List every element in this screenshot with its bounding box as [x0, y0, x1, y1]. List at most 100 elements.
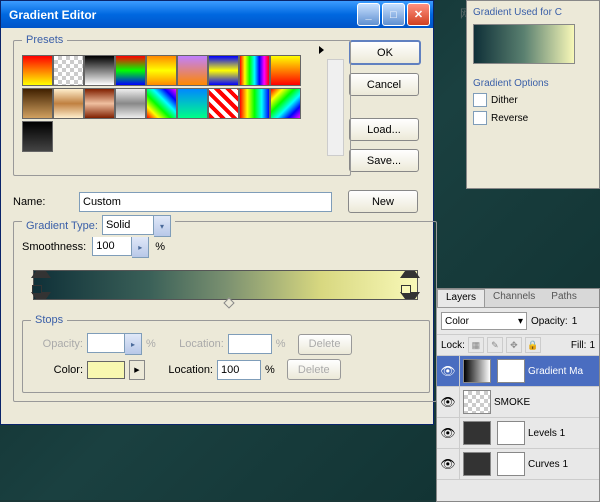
preset-swatch[interactable]	[208, 88, 239, 119]
gradient-bar[interactable]	[33, 270, 418, 300]
color-location-input[interactable]	[217, 360, 261, 380]
gradient-type-value[interactable]	[102, 215, 154, 235]
delete-opacity-button: Delete	[298, 334, 352, 355]
lock-all-icon[interactable]: 🔒	[525, 337, 541, 353]
midpoint-marker[interactable]	[223, 297, 234, 308]
preset-swatch[interactable]	[208, 55, 239, 86]
preset-swatch[interactable]	[53, 88, 84, 119]
preset-swatch[interactable]	[22, 55, 53, 86]
color-menu-button[interactable]: ▶	[129, 360, 145, 380]
layer-thumb[interactable]	[463, 452, 491, 476]
lock-move-icon[interactable]: ✥	[506, 337, 522, 353]
titlebar[interactable]: Gradient Editor _ □ ✕	[1, 1, 433, 28]
maximize-button[interactable]: □	[382, 3, 405, 26]
visibility-icon[interactable]: 👁	[437, 418, 460, 448]
gradient-used-panel: Gradient Used for C Gradient Options Dit…	[466, 0, 600, 189]
visibility-icon[interactable]: 👁	[437, 356, 460, 386]
delete-color-button: Delete	[287, 359, 341, 380]
layer-row[interactable]: 👁 Curves 1	[437, 449, 599, 480]
stop-color-label: Color:	[31, 364, 83, 376]
layer-thumb[interactable]	[463, 359, 491, 383]
dither-checkbox[interactable]	[473, 93, 487, 107]
preset-swatch[interactable]	[22, 88, 53, 119]
stops-fieldset: Stops Opacity: ▸ % Location: % Delete Co…	[22, 320, 430, 393]
preset-swatch[interactable]	[146, 55, 177, 86]
layer-row[interactable]: 👁 Gradient Ma	[437, 356, 599, 387]
cancel-button[interactable]: Cancel	[349, 73, 419, 96]
percent-label: %	[276, 338, 286, 350]
window-title: Gradient Editor	[9, 8, 355, 22]
opacity-stop[interactable]	[400, 259, 420, 278]
layer-name: Levels 1	[528, 428, 565, 439]
reverse-label: Reverse	[491, 113, 528, 124]
chevron-down-icon[interactable]: ▾	[154, 215, 171, 237]
preset-swatch[interactable]	[115, 55, 146, 86]
gradient-used-title: Gradient Used for C	[473, 7, 593, 18]
presets-scrollbar[interactable]	[327, 59, 344, 156]
preset-swatch[interactable]	[270, 55, 301, 86]
mask-thumb[interactable]	[497, 359, 525, 383]
preset-swatch[interactable]	[22, 121, 53, 152]
reverse-checkbox[interactable]	[473, 111, 487, 125]
lock-label: Lock:	[441, 340, 465, 351]
preset-swatch[interactable]	[84, 88, 115, 119]
layer-thumb[interactable]	[463, 421, 491, 445]
opacity-stop[interactable]	[31, 259, 51, 278]
preset-swatch[interactable]	[84, 55, 115, 86]
presets-fieldset: Presets	[13, 40, 351, 176]
preset-swatch[interactable]	[270, 88, 301, 119]
chevron-right-icon[interactable]: ▸	[132, 236, 149, 258]
preset-swatch[interactable]	[239, 88, 270, 119]
opacity-value: 1	[572, 316, 578, 327]
name-input[interactable]	[79, 192, 332, 212]
load-button[interactable]: Load...	[349, 118, 419, 141]
preset-swatch[interactable]	[115, 88, 146, 119]
gradient-type-select[interactable]: ▾	[102, 215, 171, 237]
visibility-icon[interactable]: 👁	[437, 449, 460, 479]
name-label: Name:	[13, 196, 73, 208]
gradient-fieldset: Gradient Type: ▾ Smoothness: ▸ %	[13, 221, 437, 402]
new-button[interactable]: New	[348, 190, 418, 213]
gradient-editor-dialog: Gradient Editor _ □ ✕ OK Cancel Load... …	[0, 0, 434, 425]
visibility-icon[interactable]: 👁	[437, 387, 460, 417]
percent-label: %	[146, 338, 156, 350]
mask-thumb[interactable]	[497, 421, 525, 445]
save-button[interactable]: Save...	[349, 149, 419, 172]
preset-swatch[interactable]	[177, 88, 208, 119]
gradient-type-label: Gradient Type:	[26, 220, 98, 232]
smoothness-input[interactable]: ▸	[92, 236, 149, 258]
tab-layers[interactable]: Layers	[437, 289, 485, 307]
blend-mode-select[interactable]: Color▾	[441, 312, 527, 330]
mask-thumb[interactable]	[497, 452, 525, 476]
stop-location-label: Location:	[161, 364, 213, 376]
stop-color-swatch[interactable]	[87, 361, 125, 379]
ok-button[interactable]: OK	[349, 40, 421, 65]
gradient-preview[interactable]	[473, 24, 575, 64]
layer-row[interactable]: 👁 Levels 1	[437, 418, 599, 449]
stops-legend: Stops	[31, 314, 67, 326]
preset-swatch[interactable]	[239, 55, 270, 86]
fill-value: 1	[589, 340, 595, 351]
lock-transparent-icon[interactable]: ▦	[468, 337, 484, 353]
color-stop[interactable]	[31, 292, 51, 311]
lock-paint-icon[interactable]: ✎	[487, 337, 503, 353]
close-button[interactable]: ✕	[407, 3, 430, 26]
layer-name: SMOKE	[494, 397, 530, 408]
layer-name: Curves 1	[528, 459, 568, 470]
presets-menu-icon[interactable]	[319, 46, 324, 54]
layer-row[interactable]: 👁 SMOKE	[437, 387, 599, 418]
preset-swatch[interactable]	[177, 55, 208, 86]
chevron-right-icon: ▸	[125, 333, 142, 355]
preset-swatch[interactable]	[53, 55, 84, 86]
dither-label: Dither	[491, 95, 518, 106]
preset-swatch[interactable]	[146, 88, 177, 119]
stop-opacity-input	[87, 333, 125, 353]
color-stop[interactable]	[400, 292, 420, 311]
opacity-location-input	[228, 334, 272, 354]
presets-legend: Presets	[22, 34, 67, 46]
tab-paths[interactable]: Paths	[543, 289, 585, 307]
smoothness-value[interactable]	[92, 236, 132, 256]
layer-thumb[interactable]	[463, 390, 491, 414]
minimize-button[interactable]: _	[357, 3, 380, 26]
tab-channels[interactable]: Channels	[485, 289, 543, 307]
